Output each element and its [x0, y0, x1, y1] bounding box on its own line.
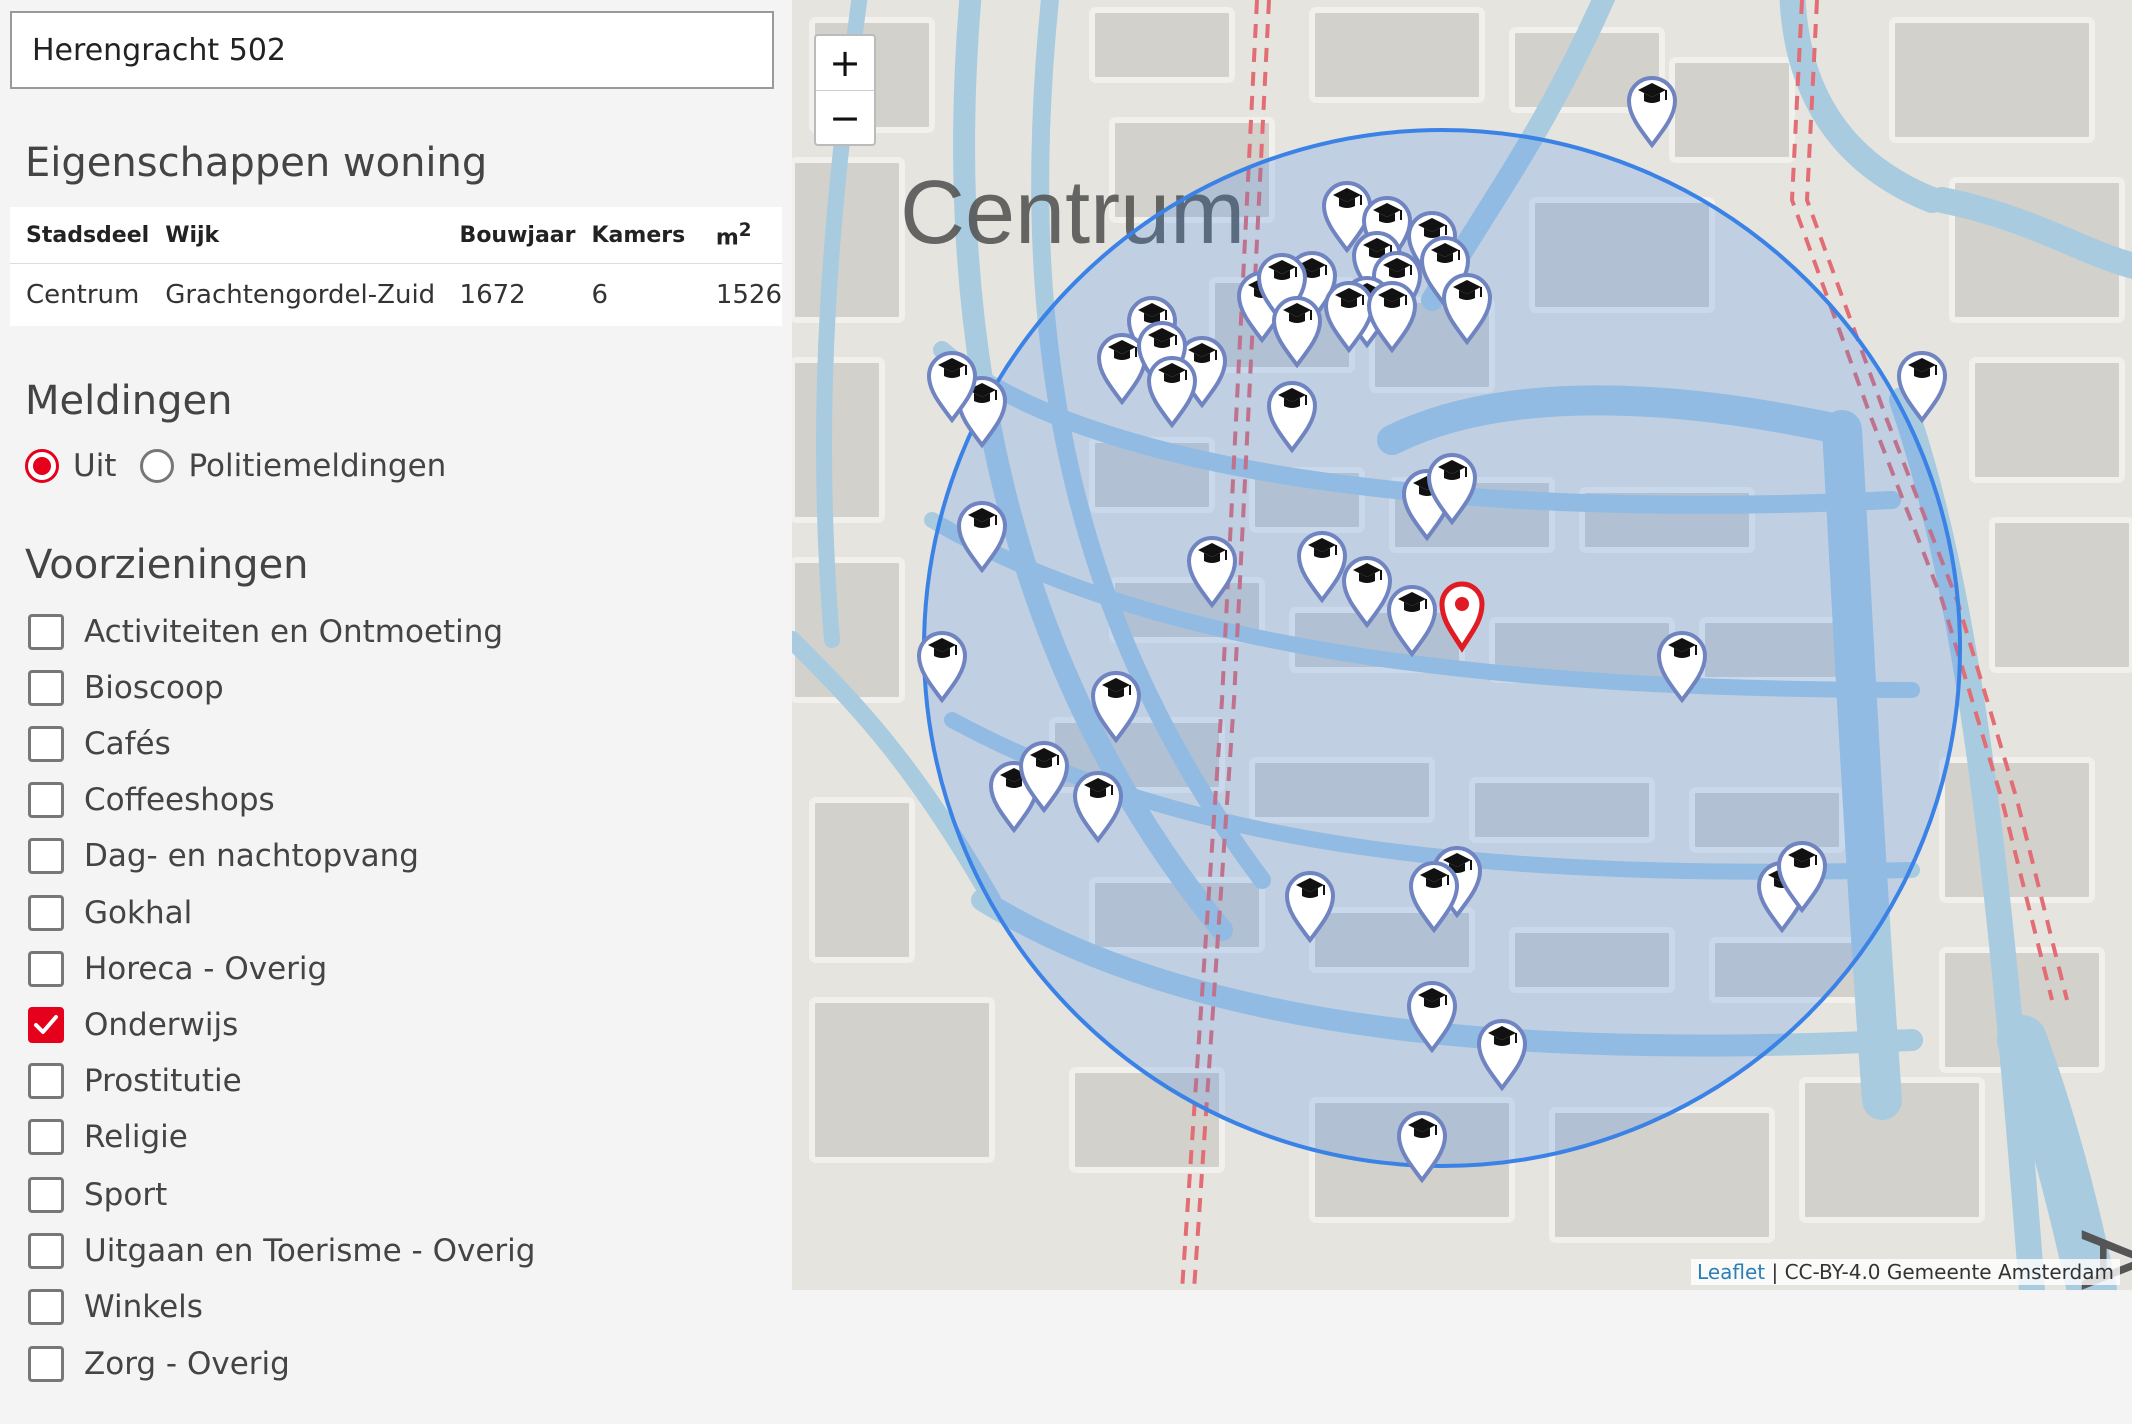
col-wijk: Wijk [149, 207, 444, 264]
sidebar: Eigenschappen woning Stadsdeel Wijk Bouw… [0, 0, 792, 1424]
checkbox[interactable] [28, 726, 64, 762]
meldingen-options: Uit Politiemeldingen [25, 448, 446, 484]
checkbox-item[interactable]: Horeca - Overig [28, 951, 327, 987]
checkbox-label[interactable]: Bioscoop [84, 670, 224, 706]
properties-heading: Eigenschappen woning [25, 140, 488, 186]
checkbox-label[interactable]: Zorg - Overig [84, 1346, 290, 1382]
cell-stadsdeel: Centrum [26, 280, 140, 310]
checkbox-label[interactable]: Sport [84, 1177, 167, 1213]
checkbox[interactable] [28, 1119, 64, 1155]
checkbox-item[interactable]: Religie [28, 1119, 188, 1155]
properties-table: Stadsdeel Wijk Bouwjaar Kamers m2 Centru… [10, 207, 782, 326]
checkbox-item[interactable]: Winkels [28, 1289, 203, 1325]
radio-uit[interactable] [25, 449, 59, 483]
cell-area: 1526 [715, 280, 782, 310]
checkbox-label[interactable]: Coffeeshops [84, 782, 275, 818]
col-bouwjaar: Bouwjaar [443, 207, 576, 264]
checkbox-item-onderwijs[interactable]: Onderwijs [28, 1007, 238, 1043]
map[interactable]: Centrum An [792, 0, 2132, 1290]
checkbox-item[interactable]: Sport [28, 1177, 167, 1213]
checkbox[interactable] [28, 1289, 64, 1325]
checkbox-item[interactable]: Dag- en nachtopvang [28, 838, 419, 874]
checkbox-label[interactable]: Religie [84, 1119, 188, 1155]
checkbox-label[interactable]: Uitgaan en Toerisme - Overig [84, 1233, 535, 1269]
cell-kamers: 6 [591, 280, 609, 310]
attribution-text: | CC-BY-4.0 Gemeente Amsterdam [1765, 1260, 2114, 1284]
checkbox-label[interactable]: Prostitutie [84, 1063, 242, 1099]
checkbox-label[interactable]: Onderwijs [84, 1007, 238, 1043]
meldingen-heading: Meldingen [25, 378, 233, 424]
checkbox[interactable] [28, 1177, 64, 1213]
checkbox-label[interactable]: Gokhal [84, 895, 192, 931]
checkbox[interactable] [28, 838, 64, 874]
zoom-in-button[interactable]: + [816, 36, 874, 91]
checkbox-item[interactable]: Gokhal [28, 895, 192, 931]
checkbox[interactable] [28, 670, 64, 706]
checkbox[interactable] [28, 1346, 64, 1382]
checkbox-label[interactable]: Dag- en nachtopvang [84, 838, 419, 874]
checkbox-item[interactable]: Activiteiten en Ontmoeting [28, 614, 503, 650]
radio-uit-label[interactable]: Uit [73, 448, 116, 484]
zoom-out-button[interactable]: − [816, 91, 874, 145]
zoom-control: + − [814, 34, 876, 146]
checkbox[interactable] [28, 1233, 64, 1269]
checkbox[interactable] [28, 951, 64, 987]
checkbox-checked[interactable] [28, 1007, 64, 1043]
checkbox[interactable] [28, 614, 64, 650]
checkbox-item[interactable]: Coffeeshops [28, 782, 275, 818]
checkbox[interactable] [28, 895, 64, 931]
address-search-input[interactable] [10, 11, 774, 89]
map-canvas[interactable]: Centrum An [792, 0, 2132, 1290]
col-area: m2 [699, 207, 782, 264]
checkbox-item[interactable]: Zorg - Overig [28, 1346, 290, 1382]
checkbox-label[interactable]: Winkels [84, 1289, 203, 1325]
checkbox-item[interactable]: Bioscoop [28, 670, 224, 706]
checkbox-item[interactable]: Uitgaan en Toerisme - Overig [28, 1233, 535, 1269]
voorzieningen-heading: Voorzieningen [25, 542, 309, 588]
checkbox[interactable] [28, 1063, 64, 1099]
checkbox-label[interactable]: Activiteiten en Ontmoeting [84, 614, 503, 650]
checkbox[interactable] [28, 782, 64, 818]
col-stadsdeel: Stadsdeel [10, 207, 150, 264]
col-kamers: Kamers [575, 207, 700, 264]
map-attribution: Leaflet | CC-BY-4.0 Gemeente Amsterdam [1691, 1259, 2120, 1285]
radio-politiemeldingen[interactable] [140, 449, 175, 483]
leaflet-link[interactable]: Leaflet [1697, 1260, 1765, 1284]
checkbox-item[interactable]: Prostitutie [28, 1063, 242, 1099]
radio-politiemeldingen-label[interactable]: Politiemeldingen [188, 448, 446, 484]
cell-bouwjaar: 1672 [459, 280, 526, 310]
checkbox-label[interactable]: Horeca - Overig [84, 951, 327, 987]
table-row: Centrum Grachtengordel-Zuid 1672 6 1526 [10, 264, 782, 327]
checkmark-icon [34, 1015, 58, 1034]
checkbox-label[interactable]: Cafés [84, 726, 171, 762]
cell-wijk: Grachtengordel-Zuid [165, 280, 436, 310]
checkbox-item[interactable]: Cafés [28, 726, 171, 762]
